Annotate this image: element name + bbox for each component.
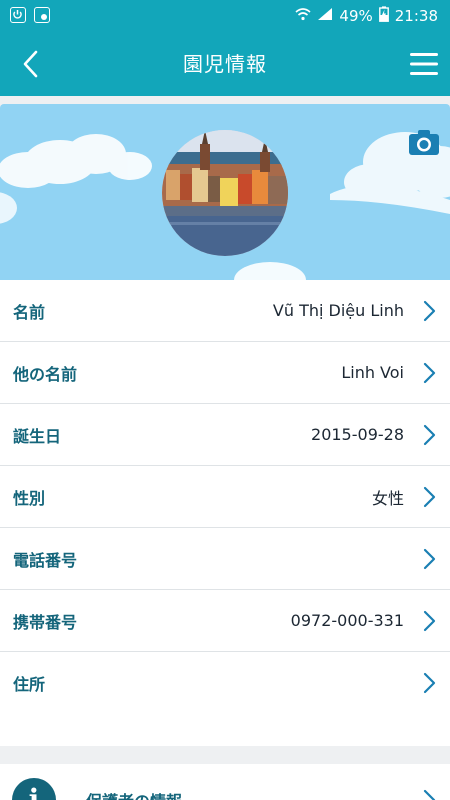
field-row-name[interactable]: 名前 Vũ Thị Diệu Linh — [0, 280, 450, 342]
field-label: 電話番号 — [13, 550, 78, 570]
field-row-birthday[interactable]: 誕生日 2015-09-28 — [0, 404, 450, 466]
chevron-right-icon — [423, 548, 436, 570]
field-row-other-name[interactable]: 他の名前 Linh Voi — [0, 342, 450, 404]
field-value: 2015-09-28 — [311, 425, 404, 444]
battery-percent: 49% — [339, 7, 373, 25]
chevron-right-icon — [423, 362, 436, 384]
field-label: 他の名前 — [13, 364, 78, 384]
section-divider — [0, 746, 450, 764]
chevron-right-icon — [423, 300, 436, 322]
field-value: Linh Voi — [341, 363, 404, 382]
status-bar: 49% 21:38 — [0, 0, 450, 32]
page-title: 園児情報 — [183, 52, 267, 76]
field-value: 女性 — [371, 488, 404, 508]
field-row-gender[interactable]: 性別 女性 — [0, 466, 450, 528]
wifi-icon — [295, 7, 311, 25]
clock: 21:38 — [394, 7, 438, 25]
chevron-right-icon — [423, 672, 436, 694]
battery-icon — [378, 6, 389, 26]
chevron-right-icon — [423, 424, 436, 446]
field-label: 性別 — [13, 488, 46, 508]
menu-icon[interactable] — [408, 48, 440, 80]
chevron-right-icon — [423, 610, 436, 632]
profile-header — [0, 104, 450, 280]
field-label: 携帯番号 — [13, 612, 78, 632]
avatar-photo — [162, 130, 288, 256]
guardian-info-row[interactable]: i 保護者の情報 — [0, 764, 450, 800]
info-icon: i — [12, 778, 56, 800]
app-bar: 園児情報 — [0, 32, 450, 96]
avatar[interactable] — [162, 130, 288, 256]
screen-icon — [34, 7, 50, 23]
power-icon — [10, 7, 26, 23]
chevron-right-icon — [423, 486, 436, 508]
guardian-info-label: 保護者の情報 — [86, 788, 182, 800]
field-row-phone[interactable]: 電話番号 — [0, 528, 450, 590]
camera-icon[interactable] — [408, 128, 440, 156]
field-row-mobile[interactable]: 携帯番号 0972-000-331 — [0, 590, 450, 652]
profile-field-list: 名前 Vũ Thị Diệu Linh 他の名前 Linh Voi 誕生日 20… — [0, 280, 450, 746]
field-label: 名前 — [13, 302, 46, 322]
signal-icon — [317, 7, 333, 25]
field-label: 誕生日 — [13, 426, 62, 446]
field-value: Vũ Thị Diệu Linh — [272, 301, 404, 320]
field-value: 0972-000-331 — [290, 611, 404, 630]
chevron-right-icon — [423, 789, 436, 800]
field-label: 住所 — [13, 675, 46, 694]
field-row-address[interactable]: 住所 — [0, 652, 450, 714]
